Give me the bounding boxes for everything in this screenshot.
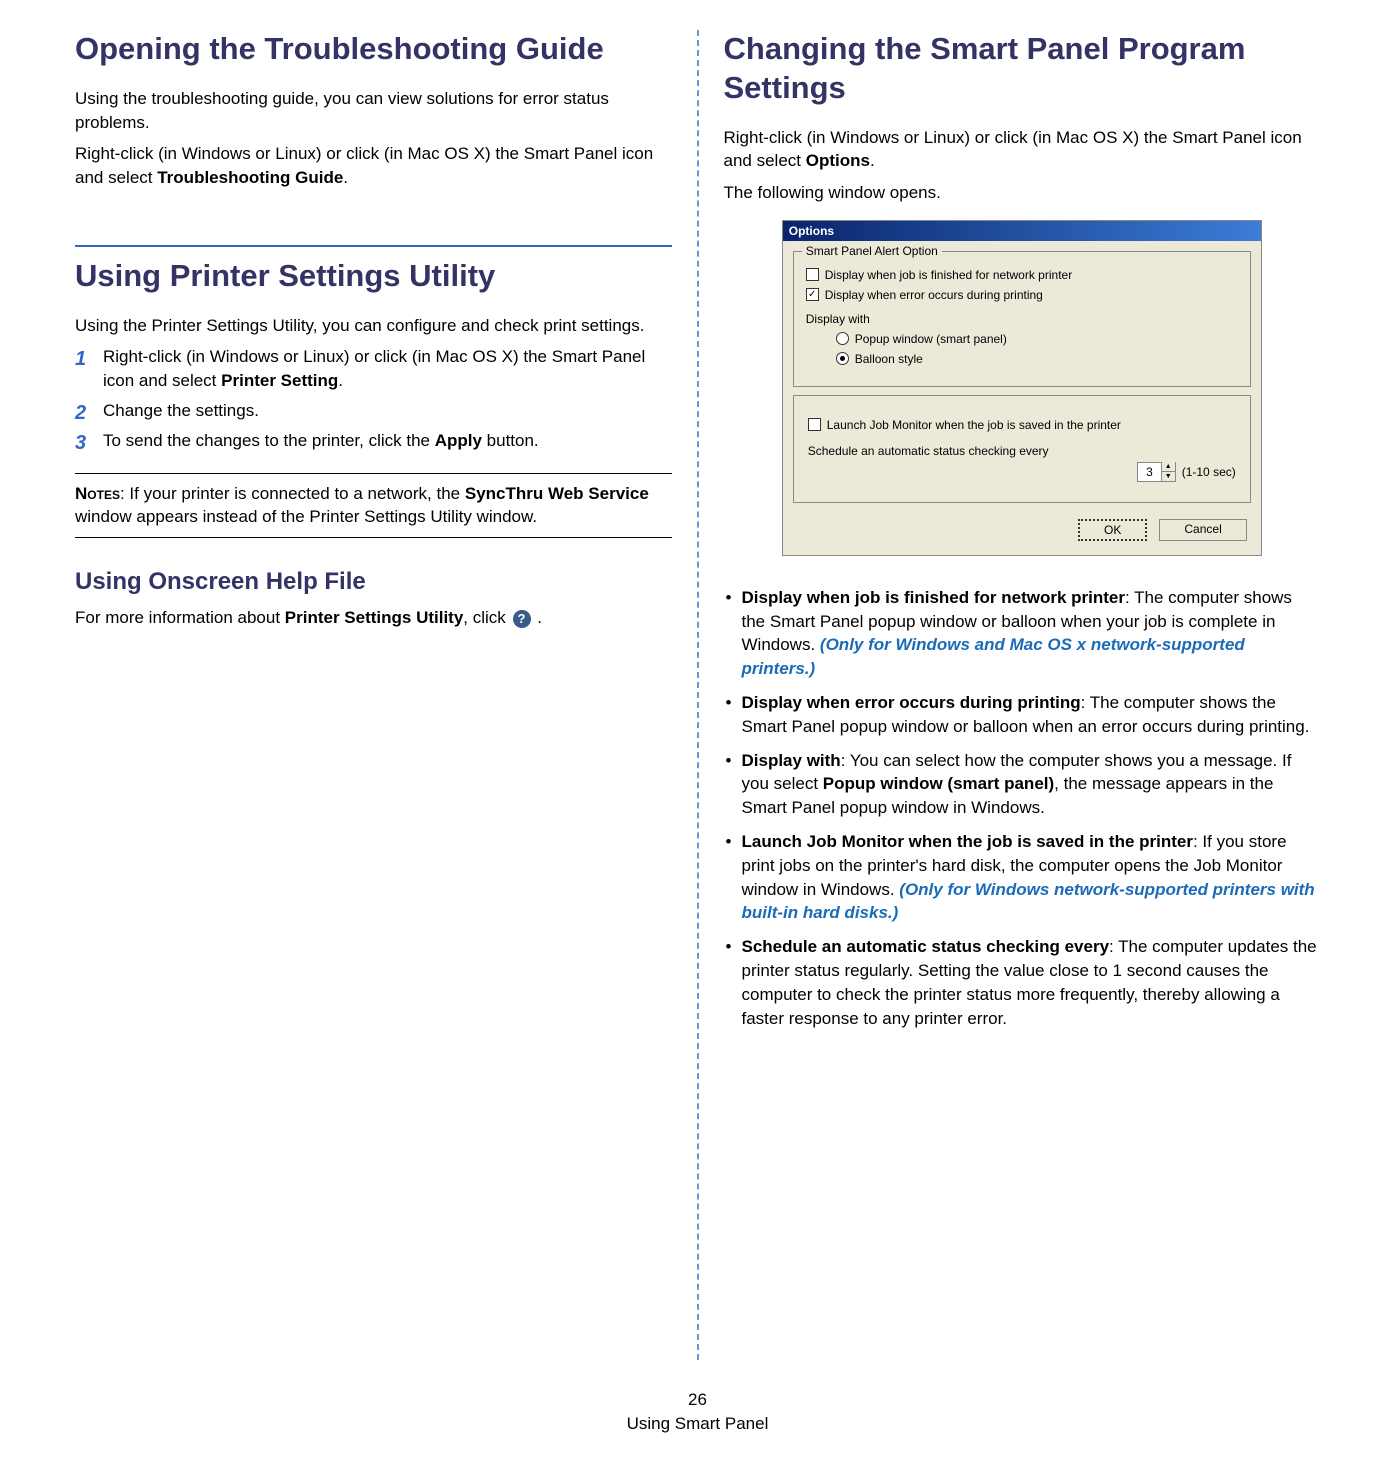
checkbox-icon[interactable]: ✓ (806, 288, 819, 301)
list-item: Display when job is finished for network… (724, 586, 1321, 681)
notes-label: Notes (75, 484, 120, 503)
text-span: . (338, 371, 343, 390)
bold-text: Troubleshooting Guide (157, 168, 343, 187)
radio-icon[interactable] (836, 352, 849, 365)
page-number: 26 (0, 1390, 1395, 1410)
step-number: 2 (75, 399, 86, 427)
section-heading-troubleshooting: Opening the Troubleshooting Guide (75, 30, 672, 69)
cancel-button[interactable]: Cancel (1159, 519, 1246, 541)
right-column: Changing the Smart Panel Program Setting… (699, 30, 1346, 1360)
text-span: . (343, 168, 348, 187)
schedule-label: Schedule an automatic status checking ev… (808, 444, 1236, 458)
text-span: Change the settings. (103, 401, 259, 420)
spinner-value: 3 (1138, 465, 1161, 479)
help-icon[interactable]: ? (513, 610, 531, 628)
list-item: Display when error occurs during printin… (724, 691, 1321, 739)
subsection-heading-help: Using Onscreen Help File (75, 568, 672, 596)
monitor-group: Launch Job Monitor when the job is saved… (793, 395, 1251, 503)
body-paragraph: For more information about Printer Setti… (75, 606, 672, 630)
body-paragraph: Using the Printer Settings Utility, you … (75, 314, 672, 338)
text-span: To send the changes to the printer, clic… (103, 431, 435, 450)
checkbox-icon[interactable] (806, 268, 819, 281)
bold-text: Options (806, 151, 870, 170)
radio-label: Popup window (smart panel) (855, 332, 1007, 346)
text-span: For more information about (75, 608, 285, 627)
body-paragraph: Right-click (in Windows or Linux) or cli… (75, 142, 672, 190)
text-span: window appears instead of the Printer Se… (75, 507, 537, 526)
bold-text: Display when job is finished for network… (742, 588, 1126, 607)
body-paragraph: Right-click (in Windows or Linux) or cli… (724, 126, 1321, 174)
radio-row-balloon[interactable]: Balloon style (836, 352, 1238, 366)
page-footer: 26 Using Smart Panel (0, 1380, 1395, 1464)
step-number: 1 (75, 345, 86, 373)
body-paragraph: Using the troubleshooting guide, you can… (75, 87, 672, 135)
bold-text: Display when error occurs during printin… (742, 693, 1081, 712)
bold-text: Popup window (smart panel) (823, 774, 1054, 793)
numbered-list: 1 Right-click (in Windows or Linux) or c… (75, 345, 672, 452)
list-item: Launch Job Monitor when the job is saved… (724, 830, 1321, 925)
checkbox-row-finished[interactable]: Display when job is finished for network… (806, 268, 1238, 282)
checkbox-label: Display when error occurs during printin… (825, 288, 1043, 302)
radio-label: Balloon style (855, 352, 923, 366)
text-span: Right-click (in Windows or Linux) or cli… (103, 347, 645, 390)
bold-text: Printer Settings Utility (285, 608, 464, 627)
bold-text: SyncThru Web Service (465, 484, 649, 503)
alert-option-group: Smart Panel Alert Option Display when jo… (793, 251, 1251, 387)
checkbox-row-error[interactable]: ✓ Display when error occurs during print… (806, 288, 1238, 302)
checkbox-label: Display when job is finished for network… (825, 268, 1072, 282)
page-content: Opening the Troubleshooting Guide Using … (0, 0, 1395, 1380)
spinner-buttons[interactable]: ▲▼ (1161, 462, 1175, 481)
list-item: 3 To send the changes to the printer, cl… (75, 429, 672, 453)
spinner-down-icon[interactable]: ▼ (1162, 472, 1175, 481)
dialog-button-row: OK Cancel (793, 511, 1251, 545)
left-column: Opening the Troubleshooting Guide Using … (50, 30, 699, 1360)
spinner-up-icon[interactable]: ▲ (1162, 462, 1175, 472)
bold-text: Apply (435, 431, 482, 450)
text-span: : If your printer is connected to a netw… (120, 484, 465, 503)
text-span: button. (482, 431, 539, 450)
list-item: Display with: You can select how the com… (724, 749, 1321, 820)
schedule-controls: 3 ▲▼ (1-10 sec) (808, 462, 1236, 482)
chapter-title: Using Smart Panel (0, 1414, 1395, 1434)
bold-text: Printer Setting (221, 371, 338, 390)
list-item: 1 Right-click (in Windows or Linux) or c… (75, 345, 672, 393)
radio-icon[interactable] (836, 332, 849, 345)
checkbox-icon[interactable] (808, 418, 821, 431)
checkbox-label: Launch Job Monitor when the job is saved… (827, 418, 1121, 432)
bold-text: Launch Job Monitor when the job is saved… (742, 832, 1193, 851)
section-heading-printer-settings: Using Printer Settings Utility (75, 257, 672, 296)
group-label: Smart Panel Alert Option (802, 244, 942, 258)
dialog-titlebar: Options (783, 221, 1261, 241)
ok-button[interactable]: OK (1078, 519, 1147, 541)
options-dialog: Options Smart Panel Alert Option Display… (782, 220, 1262, 556)
text-span: . (870, 151, 875, 170)
dialog-body: Smart Panel Alert Option Display when jo… (783, 241, 1261, 555)
display-with-label: Display with (806, 312, 1238, 326)
bold-text: Display with (742, 751, 841, 770)
notes-paragraph: Notes: If your printer is connected to a… (75, 482, 672, 530)
horizontal-rule (75, 473, 672, 474)
checkbox-row-job-monitor[interactable]: Launch Job Monitor when the job is saved… (808, 418, 1236, 432)
text-span: . (533, 608, 542, 627)
interval-spinner[interactable]: 3 ▲▼ (1137, 462, 1176, 482)
bullet-list: Display when job is finished for network… (724, 586, 1321, 1031)
section-heading-changing-settings: Changing the Smart Panel Program Setting… (724, 30, 1321, 108)
step-number: 3 (75, 429, 86, 457)
bold-text: Schedule an automatic status checking ev… (742, 937, 1110, 956)
list-item: Schedule an automatic status checking ev… (724, 935, 1321, 1030)
text-span: , click (463, 608, 510, 627)
radio-row-popup[interactable]: Popup window (smart panel) (836, 332, 1238, 346)
section-divider (75, 245, 672, 247)
body-paragraph: The following window opens. (724, 181, 1321, 205)
list-item: 2 Change the settings. (75, 399, 672, 423)
radio-group: Popup window (smart panel) Balloon style (806, 332, 1238, 366)
horizontal-rule (75, 537, 672, 538)
range-text: (1-10 sec) (1182, 465, 1236, 479)
